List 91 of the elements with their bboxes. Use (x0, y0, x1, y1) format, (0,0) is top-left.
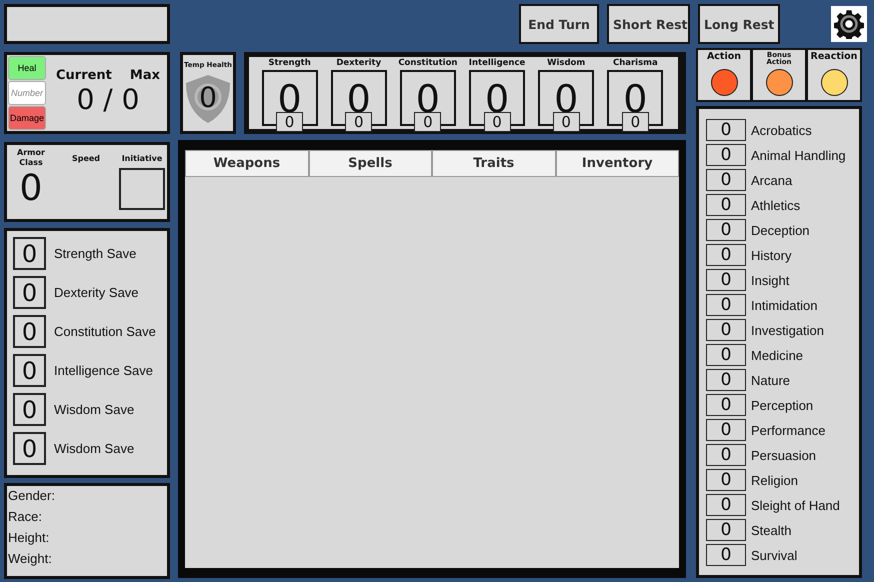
skill-value: 0 (706, 119, 746, 141)
skill-label: Perception (751, 398, 814, 412)
skill-label: Animal Handling (751, 148, 846, 162)
ability-modifier: 0 (484, 112, 511, 132)
max-label: Max (130, 68, 160, 83)
save-value: 0 (13, 432, 46, 465)
save-label: Constitution Save (54, 324, 156, 339)
rest-button[interactable]: Long Rest (698, 4, 780, 44)
ability-name: Strength (268, 58, 311, 68)
current-label: Current (56, 68, 112, 83)
bio-label: Gender: (8, 488, 56, 503)
heal-button[interactable]: Heal (8, 56, 46, 80)
bio-label: Height: (8, 530, 50, 545)
save-value: 0 (13, 237, 46, 270)
skill-label: Performance (751, 422, 826, 438)
skill-value: 0 (706, 419, 746, 441)
settings-icon[interactable] (831, 6, 867, 42)
action-indicator[interactable] (766, 69, 792, 96)
skill-value: 0 (706, 519, 746, 541)
skill-label: Acrobatics (751, 122, 812, 138)
speed-label: Speed (72, 154, 100, 164)
save-value: 0 (13, 276, 46, 309)
skill-label: Stealth (751, 522, 792, 538)
action-label: Reaction (810, 52, 858, 62)
save-label: Wisdom Save (54, 402, 134, 417)
skill-value: 0 (706, 169, 746, 191)
skill-value: 0 (706, 294, 746, 316)
skill-value: 0 (706, 494, 746, 516)
skill-value: 0 (706, 269, 746, 291)
skill-value: 0 (706, 194, 746, 216)
skill-label: Insight (751, 272, 790, 288)
save-value: 0 (13, 354, 46, 387)
skill-label: Investigation (751, 322, 824, 338)
name-field[interactable] (4, 4, 170, 44)
skill-label: Arcana (751, 172, 792, 188)
action-indicator[interactable] (710, 69, 738, 96)
skill-label: Religion (751, 472, 798, 488)
skill-value: 0 (706, 319, 746, 341)
ability-name: Intelligence (468, 58, 526, 68)
bio-label: Weight: (8, 551, 53, 566)
skill-value: 0 (706, 344, 746, 366)
save-label: Intelligence Save (54, 363, 154, 378)
skill-label: Survival (751, 548, 798, 562)
armor-class-label: Armor Class (16, 148, 46, 168)
skill-label: Deception (751, 222, 810, 238)
armor-class-value: 0 (20, 168, 42, 209)
action-label: Action (706, 52, 742, 62)
save-value: 0 (13, 393, 46, 426)
ability-name: Dexterity (336, 58, 382, 68)
tab[interactable]: Inventory (556, 150, 679, 177)
shield-icon (184, 73, 232, 125)
save-label: Wisdom Save (54, 441, 134, 456)
skill-label: Medicine (751, 348, 804, 362)
ability-modifier: 0 (552, 112, 580, 132)
skill-label: Persuasion (751, 448, 816, 462)
health-value: 0 / 0 (76, 83, 140, 116)
skill-label: Nature (751, 372, 790, 388)
skill-value: 0 (706, 469, 746, 491)
temp-health-value: 0 (199, 83, 217, 113)
ability-name: Charisma (612, 58, 658, 68)
ability-name: Wisdom (547, 58, 586, 68)
rest-button[interactable]: End Turn (519, 4, 599, 44)
save-label: Strength Save (54, 246, 136, 261)
skill-label: Athletics (751, 198, 800, 212)
save-label: Dexterity Save (54, 285, 139, 300)
ability-name: Constitution (398, 58, 458, 68)
skill-label: History (751, 248, 792, 262)
initiative-field[interactable] (119, 168, 165, 210)
tab[interactable]: Weapons (185, 150, 308, 177)
ability-modifier: 0 (276, 112, 304, 132)
skill-value: 0 (706, 369, 746, 391)
ability-modifier: 0 (622, 112, 649, 132)
tab[interactable]: Traits (432, 150, 556, 177)
skill-value: 0 (706, 444, 746, 466)
skill-label: Sleight of Hand (751, 498, 840, 512)
damage-button[interactable]: Damage (8, 106, 46, 130)
skill-value: 0 (706, 244, 746, 266)
skill-value: 0 (706, 544, 746, 566)
tab[interactable]: Spells (308, 150, 432, 177)
save-value: 0 (13, 315, 46, 348)
skill-value: 0 (706, 219, 746, 241)
skill-value: 0 (706, 144, 746, 166)
initiative-label: Initiative (122, 154, 162, 164)
bio-label: Race: (8, 509, 43, 524)
ability-modifier: 0 (414, 112, 442, 132)
ability-modifier: 0 (345, 112, 372, 132)
action-indicator[interactable] (820, 69, 848, 96)
skill-value: 0 (706, 394, 746, 416)
amount-field[interactable]: Number (8, 81, 46, 105)
skill-label: Intimidation (751, 298, 818, 312)
rest-button[interactable]: Short Rest (607, 4, 690, 44)
